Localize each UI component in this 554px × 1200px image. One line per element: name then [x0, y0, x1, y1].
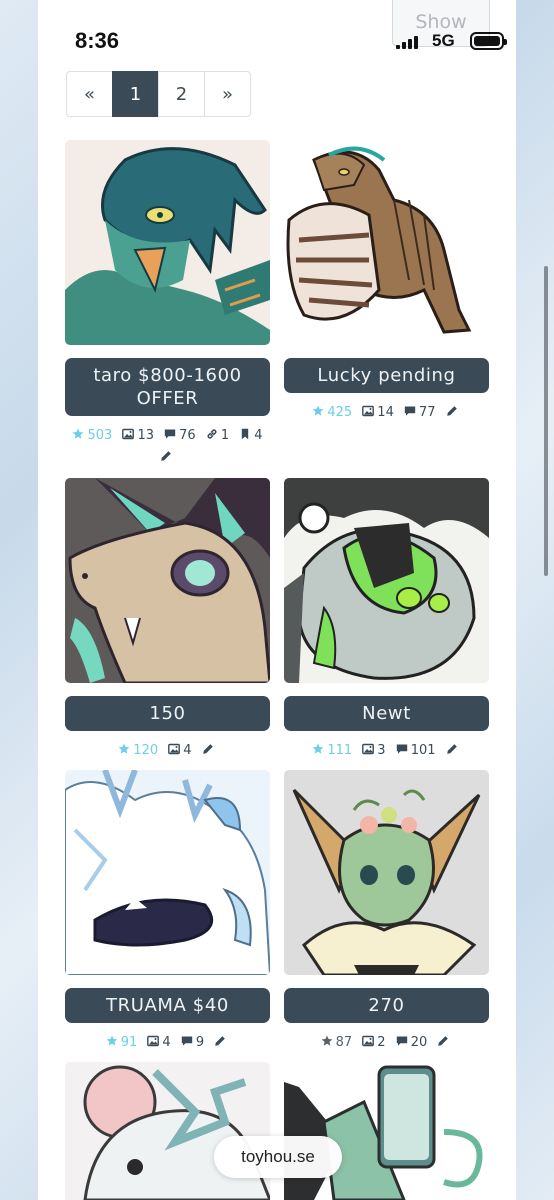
image-icon	[362, 743, 374, 755]
character-stats: 111 3 101	[284, 740, 489, 762]
character-card: 150 120 4	[65, 478, 270, 762]
scrollbar[interactable]	[544, 266, 548, 576]
character-stats: 425 14 77	[284, 402, 489, 424]
star-icon	[312, 743, 324, 755]
pagination-prev[interactable]: «	[66, 71, 113, 117]
comment-icon	[181, 1035, 193, 1047]
character-thumbnail[interactable]	[65, 1062, 270, 1200]
character-thumbnail[interactable]	[284, 140, 489, 345]
edit-stat[interactable]	[446, 740, 461, 762]
character-thumbnail[interactable]	[284, 770, 489, 975]
character-thumbnail[interactable]	[284, 1062, 489, 1200]
edit-stat[interactable]	[202, 740, 217, 762]
favorites-stat[interactable]: 425	[312, 402, 352, 424]
pagination-page-2[interactable]: 2	[158, 71, 205, 117]
comments-stat[interactable]: 76	[164, 425, 196, 447]
favorites-stat[interactable]: 111	[312, 740, 352, 762]
comments-stat[interactable]: 101	[396, 740, 436, 762]
pencil-icon	[202, 743, 214, 755]
character-name-button[interactable]: taro $800-1600 OFFER	[65, 358, 270, 416]
character-name-button[interactable]: 150	[65, 696, 270, 731]
bookmark-icon	[239, 428, 251, 440]
battery-icon	[470, 32, 507, 50]
character-thumbnail[interactable]	[65, 478, 270, 683]
link-icon	[206, 428, 218, 440]
comment-icon	[396, 743, 408, 755]
star-icon	[106, 1035, 118, 1047]
pagination-next[interactable]: »	[204, 71, 251, 117]
favorites-stat[interactable]: 503	[72, 425, 112, 447]
pencil-icon	[446, 743, 458, 755]
url-bar[interactable]: toyhou.se	[214, 1136, 342, 1178]
character-stats: 120 4	[65, 740, 270, 762]
character-name-button[interactable]: Lucky pending	[284, 358, 489, 393]
character-name-button[interactable]: 270	[284, 988, 489, 1023]
edit-stat[interactable]	[160, 447, 175, 469]
comment-icon	[164, 428, 176, 440]
character-stats: 91 4 9	[65, 1032, 270, 1054]
character-name-button[interactable]: Newt	[284, 696, 489, 731]
images-stat[interactable]: 13	[122, 425, 154, 447]
images-stat[interactable]: 3	[362, 740, 386, 762]
character-thumbnail[interactable]	[65, 140, 270, 345]
pencil-icon	[446, 405, 458, 417]
images-stat[interactable]: 4	[147, 1032, 171, 1054]
character-card: Lucky pending 425 14 77	[284, 140, 489, 424]
character-card: taro $800-1600 OFFER 503 13 76 1 4	[65, 140, 270, 469]
character-thumbnail[interactable]	[284, 478, 489, 683]
comments-stat[interactable]: 20	[396, 1032, 427, 1054]
pagination-page-1[interactable]: 1	[112, 71, 159, 117]
character-card: Newt 111 3 101	[284, 478, 489, 762]
image-icon	[362, 405, 374, 417]
star-icon	[118, 743, 130, 755]
comments-stat[interactable]: 9	[181, 1032, 204, 1054]
image-icon	[168, 743, 180, 755]
character-card: TRUAMA $40 91 4 9	[65, 770, 270, 1054]
images-stat[interactable]: 2	[362, 1032, 386, 1054]
favorites-stat[interactable]: 120	[118, 740, 158, 762]
links-stat[interactable]: 1	[206, 425, 229, 447]
edit-stat[interactable]	[446, 402, 461, 424]
network-label: 5G	[432, 31, 455, 50]
image-icon	[362, 1035, 374, 1047]
signal-icon	[396, 35, 426, 49]
character-stats: 503 13 76 1 4	[65, 425, 270, 469]
star-icon	[72, 428, 84, 440]
comments-stat[interactable]: 77	[404, 402, 436, 424]
favorites-stat[interactable]: 91	[106, 1032, 137, 1054]
comment-icon	[396, 1035, 408, 1047]
image-icon	[147, 1035, 159, 1047]
images-stat[interactable]: 14	[362, 402, 394, 424]
image-icon	[122, 428, 134, 440]
character-card: 270 87 2 20	[284, 770, 489, 1054]
pencil-icon	[160, 450, 172, 462]
star-icon	[321, 1035, 333, 1047]
status-time: 8:36	[75, 28, 120, 53]
pencil-icon	[437, 1035, 449, 1047]
images-stat[interactable]: 4	[168, 740, 192, 762]
bookmarks-stat[interactable]: 4	[239, 425, 263, 447]
star-icon	[312, 405, 324, 417]
character-thumbnail[interactable]	[65, 770, 270, 975]
character-stats: 87 2 20	[284, 1032, 489, 1054]
pencil-icon	[214, 1035, 226, 1047]
comment-icon	[404, 405, 416, 417]
status-bar: 8:36 5G	[0, 0, 554, 62]
character-name-button[interactable]: TRUAMA $40	[65, 988, 270, 1023]
favorites-stat[interactable]: 87	[321, 1032, 352, 1054]
pagination: « 1 2 »	[66, 71, 251, 117]
edit-stat[interactable]	[214, 1032, 229, 1054]
edit-stat[interactable]	[437, 1032, 452, 1054]
